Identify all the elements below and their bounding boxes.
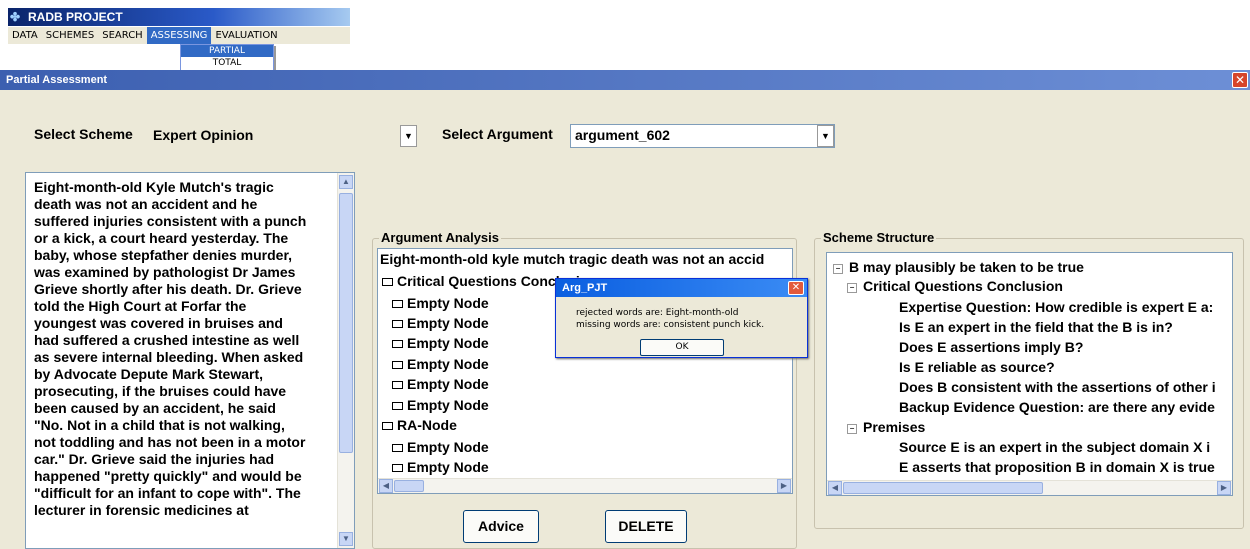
scheme-select-value: Expert Opinion <box>153 127 254 143</box>
empty-node-label: Empty Node <box>407 376 489 392</box>
tree-node[interactable]: Empty Node <box>392 459 489 475</box>
assessing-dropdown: PARTIAL TOTAL <box>180 44 274 72</box>
empty-node-label: Empty Node <box>407 439 489 455</box>
tree-node[interactable]: Empty Node <box>392 356 489 372</box>
scheme-cq-label: Critical Questions Conclusion <box>863 278 1063 294</box>
menu-data[interactable]: DATA <box>8 27 42 44</box>
analysis-horizontal-scrollbar[interactable]: ◀ ▶ <box>378 478 792 493</box>
scheme-cq-node[interactable]: − Critical Questions Conclusion <box>847 278 1063 294</box>
empty-node-label: Empty Node <box>407 335 489 351</box>
scheme-structure-tree[interactable]: − B may plausibly be taken to be true − Cr… <box>826 252 1233 496</box>
rejected-words-text: rejected words are: Eight-month-old <box>576 308 739 318</box>
scroll-right-icon[interactable]: ▶ <box>777 479 791 493</box>
chevron-down-icon[interactable]: ▼ <box>400 125 417 147</box>
message-box: Arg_PJT ✕ rejected words are: Eight-mont… <box>555 278 808 358</box>
scheme-premises-label: Premises <box>863 419 926 435</box>
tree-node[interactable]: Empty Node <box>392 376 489 392</box>
scheme-cq-item[interactable]: Expertise Question: How credible is expe… <box>899 299 1213 315</box>
tree-node[interactable]: Empty Node <box>392 315 489 331</box>
node-icon <box>392 402 403 410</box>
message-box-close-button[interactable]: ✕ <box>788 281 804 295</box>
scheme-cq-item[interactable]: Is E reliable as source? <box>899 359 1055 375</box>
node-icon <box>382 278 393 286</box>
empty-node-label: Empty Node <box>407 459 489 475</box>
scroll-thumb[interactable] <box>394 480 424 492</box>
scheme-premises-node[interactable]: − Premises <box>847 419 925 435</box>
menu-evaluation[interactable]: EVALUATION <box>211 27 281 44</box>
scroll-thumb[interactable] <box>843 482 1043 494</box>
scheme-root-label: B may plausibly be taken to be true <box>849 259 1084 275</box>
ok-button[interactable]: OK <box>640 339 724 356</box>
scroll-left-icon[interactable]: ◀ <box>379 479 393 493</box>
scheme-structure-title: Scheme Structure <box>821 230 937 245</box>
scheme-cq-item[interactable]: Does B consistent with the assertions of… <box>899 379 1216 395</box>
partial-assessment-dialog: Partial Assessment ✕ Select Scheme Exper… <box>0 70 1250 549</box>
node-icon <box>382 422 393 430</box>
scheme-cq-item[interactable]: Does E assertions imply B? <box>899 339 1083 355</box>
delete-button[interactable]: DELETE <box>605 510 687 543</box>
collapse-icon[interactable]: − <box>847 283 857 293</box>
node-icon <box>392 320 403 328</box>
app-window: ✤ RADB PROJECT DATA SCHEMES SEARCH ASSESSING… <box>8 8 358 72</box>
text-vertical-scrollbar[interactable]: ▲ ▼ <box>337 173 354 548</box>
tree-node[interactable]: Empty Node <box>392 397 489 413</box>
message-box-title: Arg_PJT <box>556 279 807 297</box>
menu-search[interactable]: SEARCH <box>98 27 146 44</box>
scheme-cq-item[interactable]: Is E an expert in the field that the B i… <box>899 319 1173 335</box>
scroll-down-icon[interactable]: ▼ <box>339 532 353 546</box>
empty-node-label: Empty Node <box>407 356 489 372</box>
empty-node-label: Empty Node <box>407 315 489 331</box>
empty-node-label: Empty Node <box>407 397 489 413</box>
analysis-root-node[interactable]: Eight-month-old kyle mutch tragic death … <box>380 251 764 267</box>
missing-words-text: missing words are: consistent punch kick… <box>576 320 765 330</box>
node-icon <box>392 464 403 472</box>
argument-select-value: argument_602 <box>575 127 670 143</box>
node-icon <box>392 361 403 369</box>
scheme-premise-item[interactable]: Source E is an expert in the subject dom… <box>899 439 1210 455</box>
ra-node[interactable]: RA-Node <box>382 417 457 433</box>
argument-select[interactable]: argument_602 ▼ <box>570 124 835 148</box>
menu-assessing[interactable]: ASSESSING <box>146 27 212 44</box>
tree-node[interactable]: Empty Node <box>392 295 489 311</box>
app-logo-icon: ✤ <box>10 10 21 24</box>
scroll-thumb[interactable] <box>339 193 353 453</box>
app-title: RADB PROJECT <box>28 10 123 24</box>
scroll-right-icon[interactable]: ▶ <box>1217 481 1231 495</box>
collapse-icon[interactable]: − <box>833 264 843 274</box>
node-icon <box>392 340 403 348</box>
advice-button[interactable]: Advice <box>463 510 539 543</box>
menu-bar: DATA SCHEMES SEARCH ASSESSING EVALUATION <box>8 27 350 44</box>
collapse-icon[interactable]: − <box>847 424 857 434</box>
menu-item-total[interactable]: TOTAL <box>181 57 273 69</box>
menu-item-partial[interactable]: PARTIAL <box>181 45 273 57</box>
scheme-cq-item[interactable]: Backup Evidence Question: are there any … <box>899 399 1215 415</box>
scheme-root-node[interactable]: − B may plausibly be taken to be true <box>833 259 1084 275</box>
scheme-horizontal-scrollbar[interactable]: ◀ ▶ <box>827 480 1232 495</box>
dialog-close-button[interactable]: ✕ <box>1232 72 1248 88</box>
message-box-text: rejected words are: Eight-month-old miss… <box>576 307 764 331</box>
node-icon <box>392 381 403 389</box>
scroll-up-icon[interactable]: ▲ <box>339 175 353 189</box>
scroll-left-icon[interactable]: ◀ <box>828 481 842 495</box>
node-icon <box>392 444 403 452</box>
article-text-area[interactable]: Eight-month-old Kyle Mutch's tragic deat… <box>25 172 355 549</box>
ra-node-label: RA-Node <box>397 417 457 433</box>
app-title-bar: ✤ RADB PROJECT <box>8 8 350 26</box>
node-icon <box>392 300 403 308</box>
tree-node[interactable]: Empty Node <box>392 439 489 455</box>
empty-node-label: Empty Node <box>407 295 489 311</box>
article-text: Eight-month-old Kyle Mutch's tragic deat… <box>34 179 307 518</box>
chevron-down-icon[interactable]: ▼ <box>817 125 834 147</box>
tree-node[interactable]: Empty Node <box>392 335 489 351</box>
menu-schemes[interactable]: SCHEMES <box>42 27 98 44</box>
scheme-premise-item[interactable]: E asserts that proposition B in domain X… <box>899 459 1215 475</box>
dialog-title: Partial Assessment <box>0 70 1250 90</box>
argument-analysis-title: Argument Analysis <box>379 230 501 245</box>
select-scheme-label: Select Scheme <box>34 126 133 142</box>
select-argument-label: Select Argument <box>442 126 553 142</box>
scheme-select[interactable]: Expert Opinion ▼ <box>148 124 418 148</box>
